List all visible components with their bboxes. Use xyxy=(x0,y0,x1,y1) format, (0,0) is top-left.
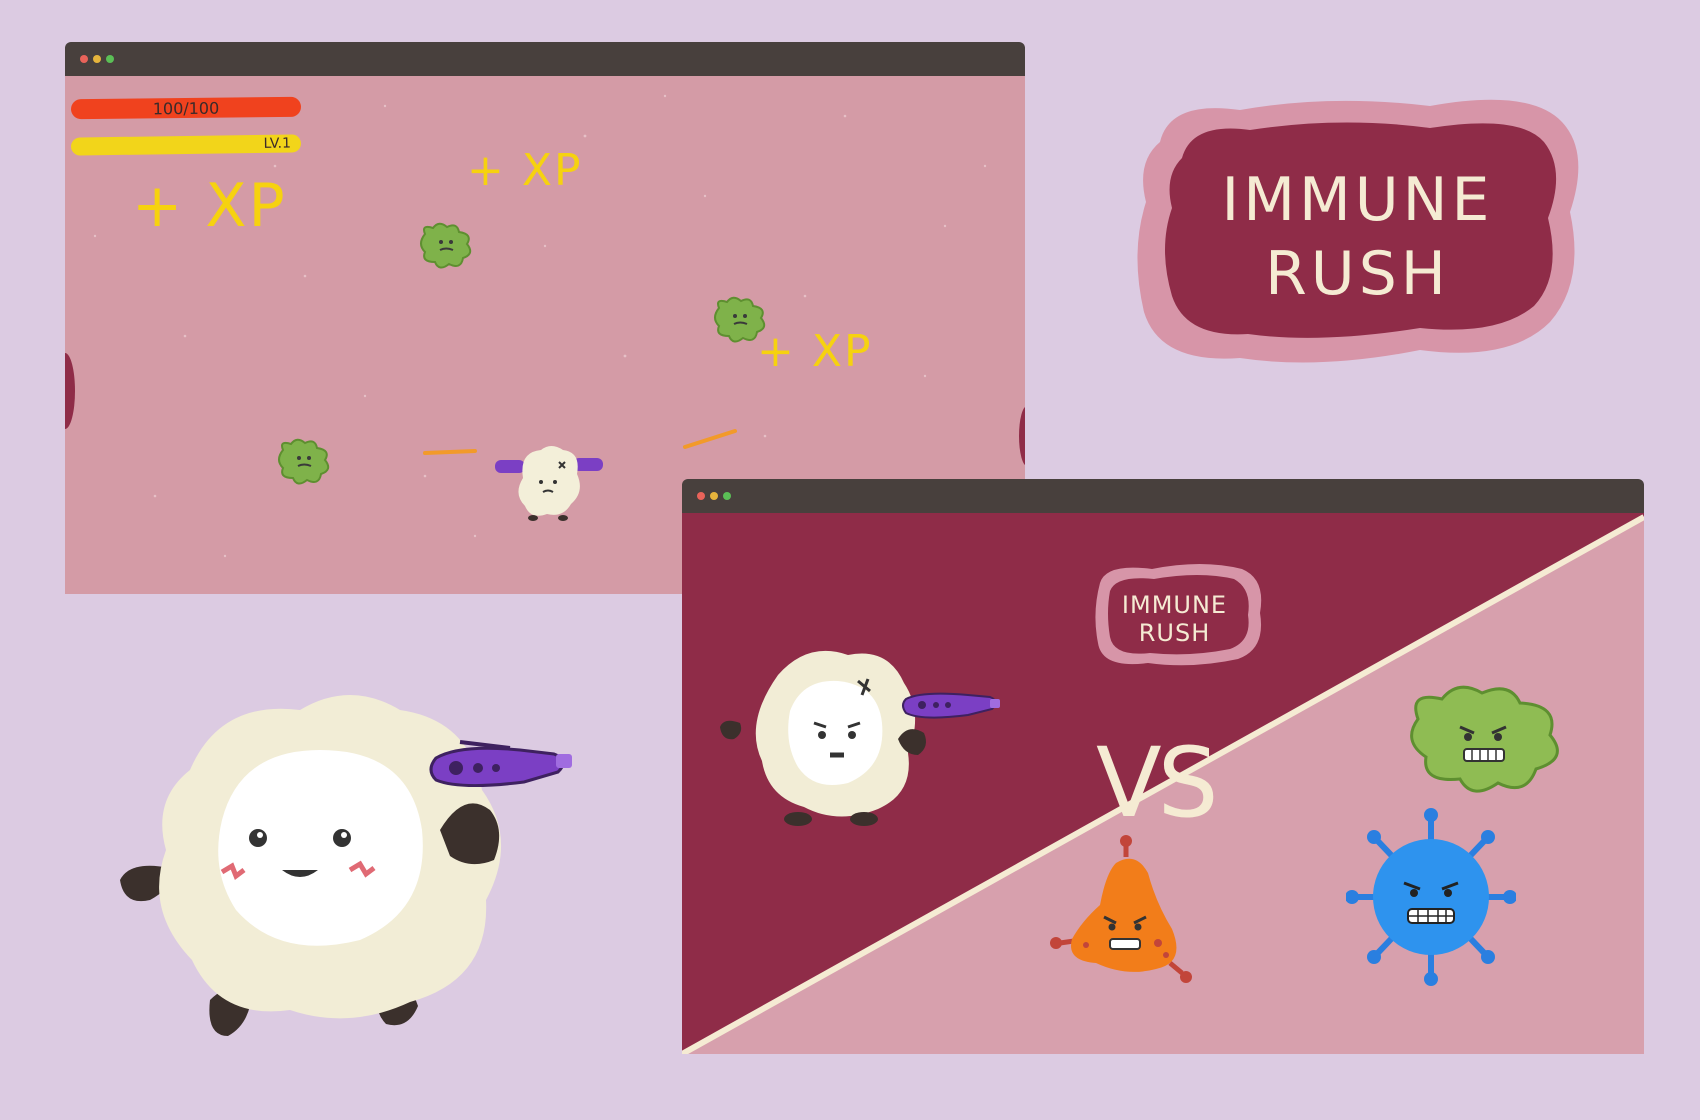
xp-popup: + XP xyxy=(467,145,583,196)
versus-window: IMMUNE RUSH VS xyxy=(682,479,1644,1054)
versus-field: IMMUNE RUSH VS xyxy=(682,513,1644,1054)
minimize-dot-icon[interactable] xyxy=(93,55,101,63)
health-text: 100/100 xyxy=(152,98,220,119)
player-white-blood-cell[interactable] xyxy=(489,438,609,528)
white-blood-cell-mascot xyxy=(120,695,572,1036)
xp-popup: + XP xyxy=(757,326,873,377)
close-dot-icon[interactable] xyxy=(697,492,705,500)
health-bar: 100/100 xyxy=(70,96,302,120)
close-dot-icon[interactable] xyxy=(80,55,88,63)
minimize-dot-icon[interactable] xyxy=(710,492,718,500)
green-germ-icon[interactable] xyxy=(711,294,773,346)
blue-virus-icon xyxy=(1346,808,1516,986)
game-logo: IMMUNE RUSH xyxy=(1130,92,1585,372)
mini-logo-line2: RUSH xyxy=(1138,619,1211,647)
logo-title-line1: IMMUNE xyxy=(1221,165,1494,235)
green-germ-icon[interactable] xyxy=(275,436,337,488)
mini-logo: IMMUNE RUSH xyxy=(1092,565,1257,670)
green-germ-icon[interactable] xyxy=(417,220,479,272)
orange-bacteria-icon xyxy=(1050,835,1192,983)
maximize-dot-icon[interactable] xyxy=(723,492,731,500)
xp-bar: LV.1 xyxy=(70,134,302,156)
vs-text: VS xyxy=(1096,727,1219,839)
xp-popup: + XP xyxy=(132,171,287,241)
maximize-dot-icon[interactable] xyxy=(106,55,114,63)
window-titlebar xyxy=(65,42,1025,76)
logo-title-line2: RUSH xyxy=(1265,239,1450,309)
green-germ-icon xyxy=(1410,685,1559,793)
mini-logo-line1: IMMUNE xyxy=(1121,591,1228,619)
window-titlebar xyxy=(682,479,1644,513)
level-text: LV.1 xyxy=(263,135,292,152)
white-blood-cell-icon xyxy=(720,650,1000,826)
